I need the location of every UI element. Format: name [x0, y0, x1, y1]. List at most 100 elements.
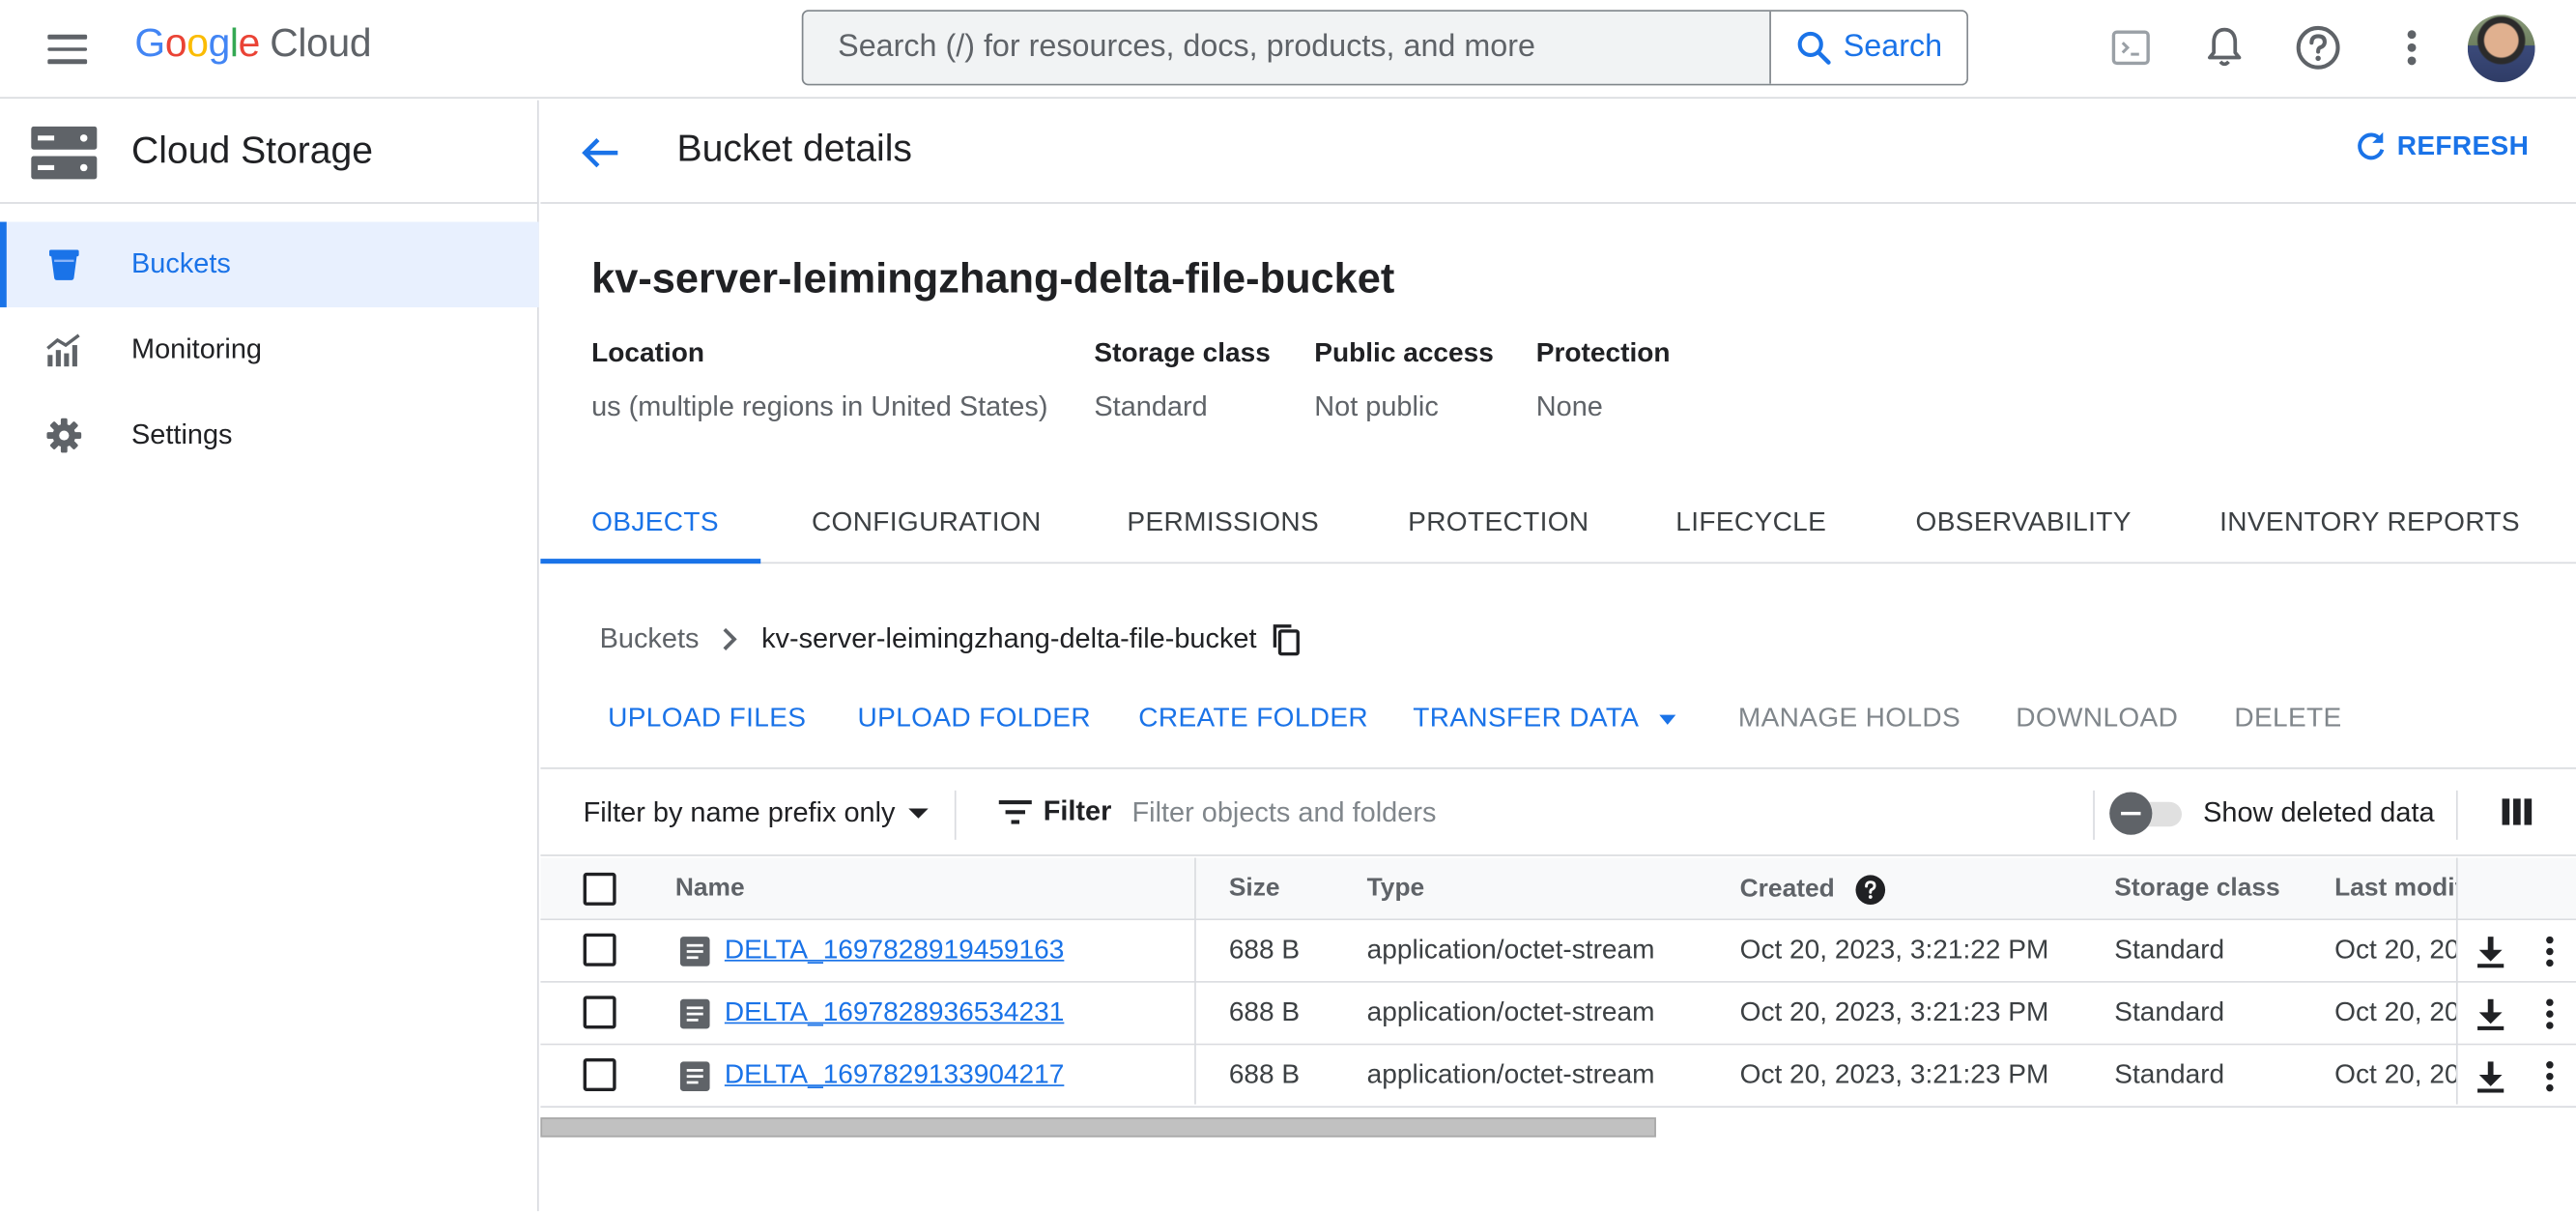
delete-button[interactable]: DELETE — [2234, 704, 2341, 735]
download-button[interactable]: DOWNLOAD — [2016, 704, 2178, 735]
search-button-label: Search — [1843, 29, 1943, 65]
tab-inventory-reports[interactable]: INVENTORY REPORTS — [2219, 485, 2520, 564]
select-all-checkbox[interactable] — [583, 872, 616, 906]
tab-observability[interactable]: OBSERVABILITY — [1916, 485, 2132, 564]
download-icon[interactable] — [2473, 934, 2508, 969]
more-vert-icon[interactable] — [2384, 19, 2440, 75]
filter-button[interactable]: Filter — [997, 795, 1111, 828]
table-row[interactable]: DELTA_1697828919459163 688 B application… — [540, 920, 2576, 983]
object-last-modified: Oct 20, 2023 — [2334, 935, 2456, 966]
sidebar-header: Cloud Storage — [0, 101, 539, 204]
sticky-column-divider — [2455, 857, 2458, 1105]
notifications-icon[interactable] — [2196, 19, 2252, 75]
refresh-icon — [2358, 131, 2385, 160]
object-size: 688 B — [1228, 997, 1301, 1027]
object-size: 688 B — [1228, 935, 1301, 966]
meta-protection: Protection None — [1536, 338, 1671, 423]
refresh-button[interactable]: REFRESH — [2355, 130, 2530, 162]
meta-public-access: Public access Not public — [1314, 338, 1494, 423]
breadcrumb-buckets-link[interactable]: Buckets — [600, 622, 700, 655]
upload-folder-button[interactable]: UPLOAD FOLDER — [858, 704, 1091, 735]
row-checkbox[interactable] — [583, 996, 616, 1029]
dropdown-arrow-icon — [908, 808, 929, 819]
dropdown-arrow-icon — [1658, 714, 1675, 725]
top-bar: Google Cloud Search — [0, 0, 2576, 100]
avatar[interactable] — [2467, 14, 2535, 83]
column-header-type[interactable]: Type — [1367, 875, 1425, 905]
download-icon[interactable] — [2473, 1058, 2508, 1094]
column-header-name[interactable]: Name — [675, 875, 745, 905]
row-checkbox[interactable] — [583, 1057, 616, 1091]
breadcrumb: Buckets kv-server-leimingzhang-delta-fil… — [600, 621, 1303, 657]
object-type: application/octet-stream — [1366, 1059, 1655, 1090]
logo-cloud-text: Cloud — [270, 21, 372, 67]
monitoring-icon — [46, 333, 80, 367]
transfer-data-label: TRANSFER DATA — [1413, 703, 1638, 734]
tab-configuration[interactable]: CONFIGURATION — [812, 485, 1042, 564]
search-box: Search — [801, 10, 1968, 86]
more-vert-icon[interactable] — [2532, 996, 2567, 1031]
storage-icon — [31, 126, 98, 180]
logo-letter: G — [134, 21, 165, 67]
filter-input[interactable] — [1131, 787, 2085, 840]
more-vert-icon[interactable] — [2532, 1058, 2567, 1094]
help-icon[interactable] — [1855, 875, 1886, 906]
help-icon[interactable] — [2290, 19, 2346, 75]
column-header-last-modified[interactable]: Last modified — [2334, 875, 2456, 905]
sidebar-item-monitoring[interactable]: Monitoring — [0, 307, 539, 392]
divider — [2455, 790, 2458, 840]
show-deleted-label: Show deleted data — [2203, 796, 2435, 828]
toggle-thumb — [2109, 792, 2153, 835]
tab-protection[interactable]: PROTECTION — [1408, 485, 1589, 564]
cloud-shell-icon[interactable] — [2103, 19, 2159, 75]
tab-permissions[interactable]: PERMISSIONS — [1127, 485, 1319, 564]
chevron-right-icon — [724, 627, 738, 650]
table-row[interactable]: DELTA_1697828936534231 688 B application… — [540, 982, 2576, 1046]
manage-holds-button[interactable]: MANAGE HOLDS — [1738, 704, 1961, 735]
meta-label: Location — [591, 338, 705, 368]
tab-objects[interactable]: OBJECTS — [591, 485, 719, 564]
more-vert-icon[interactable] — [2532, 934, 2567, 969]
menu-icon[interactable] — [43, 26, 92, 72]
object-name-link[interactable]: DELTA_1697828919459163 — [725, 935, 1065, 966]
download-icon[interactable] — [2473, 996, 2508, 1031]
logo-letter: o — [186, 21, 209, 67]
object-storage-class: Standard — [2114, 935, 2225, 966]
filter-list-icon — [998, 800, 1032, 824]
object-storage-class: Standard — [2114, 1059, 2225, 1090]
copy-icon[interactable] — [1270, 622, 1302, 656]
object-created: Oct 20, 2023, 3:21:23 PM — [1739, 1059, 2049, 1090]
upload-files-button[interactable]: UPLOAD FILES — [608, 704, 806, 735]
row-checkbox[interactable] — [583, 933, 616, 967]
active-tab-indicator — [540, 559, 761, 564]
sidebar-item-label: Buckets — [131, 247, 231, 280]
meta-storage-class: Storage class Standard — [1094, 338, 1270, 423]
column-header-size[interactable]: Size — [1229, 875, 1280, 905]
logo-letter: o — [164, 21, 187, 67]
object-created: Oct 20, 2023, 3:21:23 PM — [1739, 997, 2049, 1027]
back-arrow-icon[interactable] — [573, 127, 625, 179]
horizontal-scrollbar[interactable] — [540, 1117, 1656, 1138]
tab-lifecycle[interactable]: LIFECYCLE — [1675, 485, 1826, 564]
object-name-link[interactable]: DELTA_1697828936534231 — [725, 997, 1065, 1028]
settings-icon — [46, 418, 82, 453]
filter-prefix-dropdown[interactable]: Filter by name prefix only — [584, 797, 931, 830]
search-icon — [1797, 31, 1831, 65]
meta-value: us (multiple regions in United States) — [591, 390, 1048, 422]
sidebar-item-settings[interactable]: Settings — [0, 392, 539, 477]
meta-label: Storage class — [1094, 338, 1271, 368]
show-deleted-toggle[interactable] — [2109, 792, 2189, 835]
column-divider[interactable] — [1194, 857, 1196, 1105]
google-cloud-logo[interactable]: Google Cloud — [134, 21, 371, 68]
column-header-storage-class[interactable]: Storage class — [2114, 875, 2279, 905]
transfer-data-button[interactable]: TRANSFER DATA — [1413, 704, 1678, 735]
filter-bar: Filter by name prefix only Filter Show d… — [540, 770, 2576, 856]
create-folder-button[interactable]: CREATE FOLDER — [1138, 704, 1368, 735]
search-button[interactable]: Search — [1769, 11, 1967, 84]
sidebar-item-buckets[interactable]: Buckets — [0, 221, 539, 307]
object-name-link[interactable]: DELTA_1697829133904217 — [725, 1060, 1065, 1091]
column-display-icon[interactable] — [2499, 794, 2534, 829]
table-row[interactable]: DELTA_1697829133904217 688 B application… — [540, 1045, 2576, 1109]
search-input[interactable] — [803, 11, 1770, 84]
column-header-created[interactable]: Created — [1740, 875, 1886, 906]
